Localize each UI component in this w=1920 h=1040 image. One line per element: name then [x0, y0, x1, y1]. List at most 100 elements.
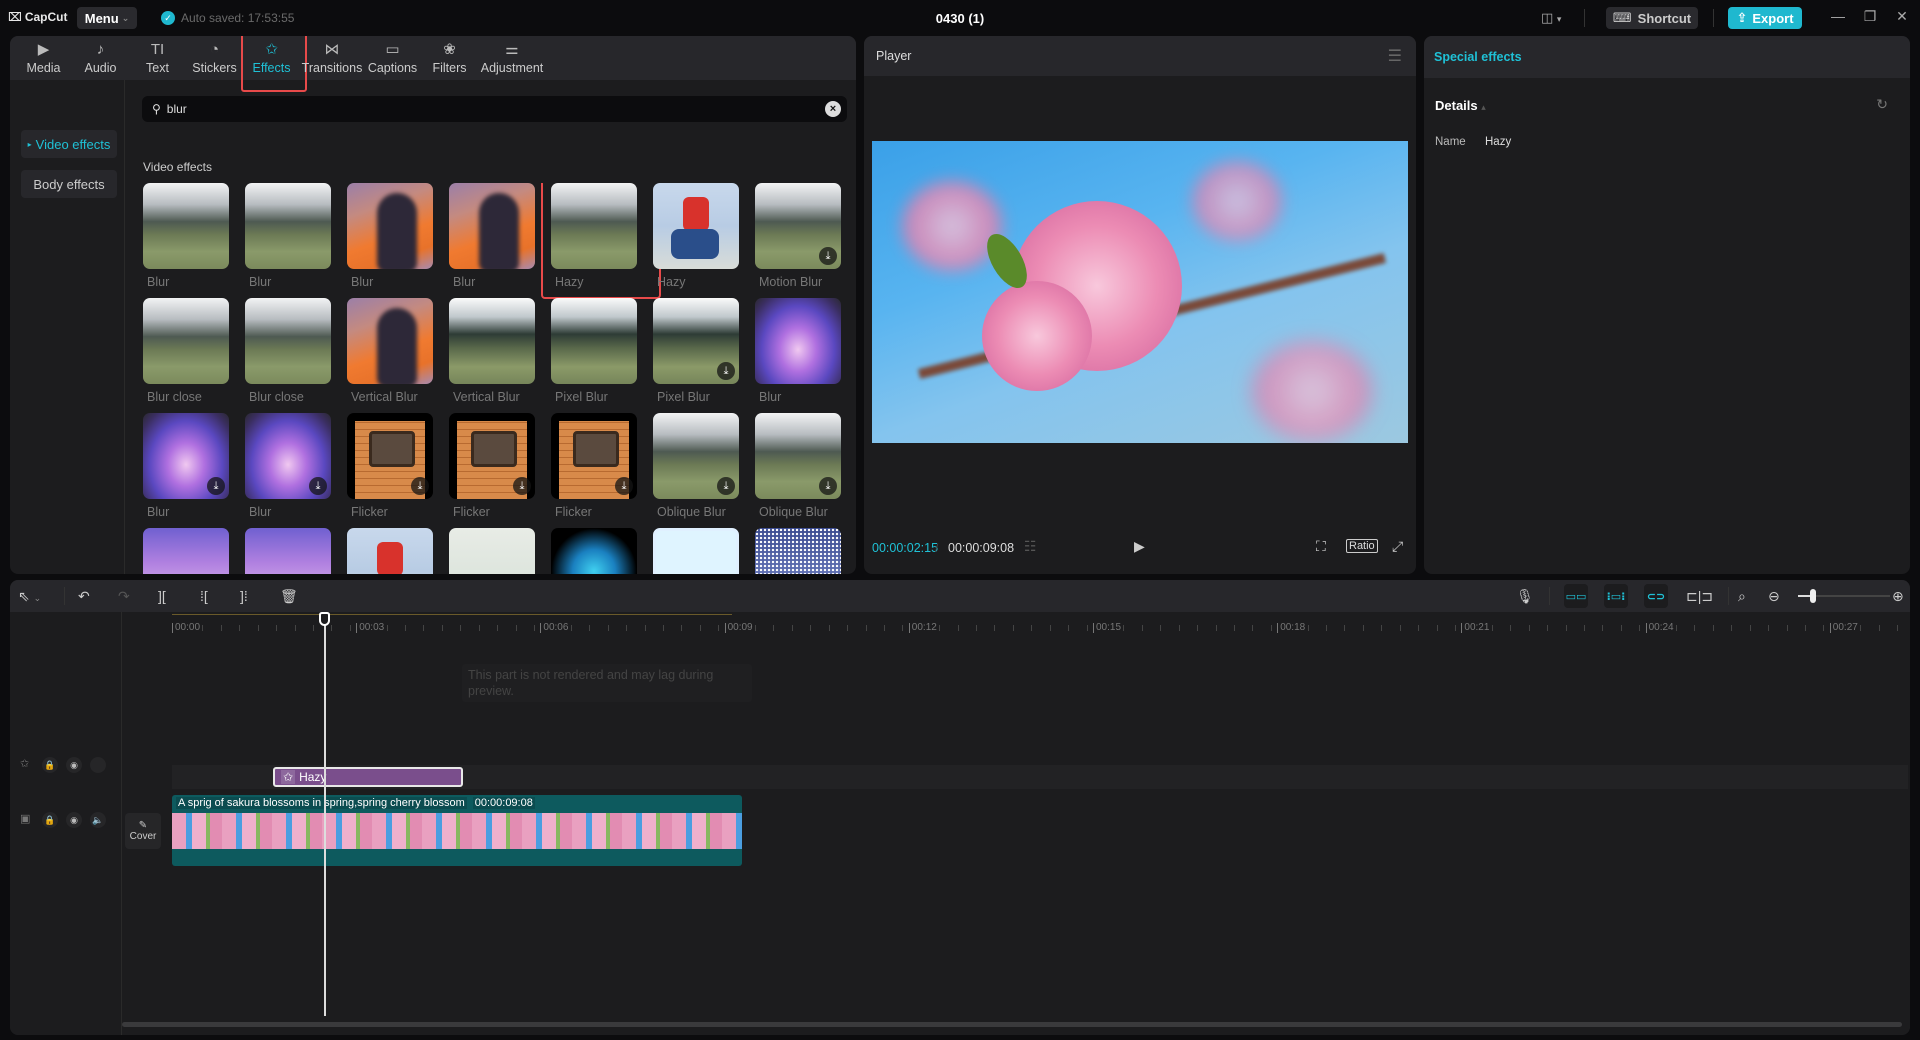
effect-thumbnail[interactable]: [449, 528, 535, 574]
download-icon[interactable]: ⤓: [819, 247, 837, 265]
effect-thumbnail[interactable]: [245, 298, 331, 384]
tab-adjustment[interactable]: ⚌ Adjustment: [478, 36, 546, 80]
effect-thumbnail[interactable]: ⤓: [653, 413, 739, 499]
ratio-button[interactable]: Ratio: [1346, 539, 1378, 553]
minimize-button[interactable]: —: [1828, 8, 1848, 24]
fullscreen-icon[interactable]: ⤢: [1392, 538, 1403, 555]
effect-card[interactable]: ⤓ Blur: [143, 413, 229, 519]
effect-card[interactable]: ⤓ Flicker: [449, 413, 535, 519]
effect-thumbnail[interactable]: [551, 183, 637, 269]
auto-snap-toggle[interactable]: ▭▭: [1564, 584, 1588, 608]
effect-thumbnail[interactable]: [755, 298, 841, 384]
split-icon[interactable]: ][: [158, 587, 166, 605]
effect-thumbnail[interactable]: ⤓: [143, 413, 229, 499]
export-button[interactable]: ⇪ Export: [1728, 7, 1802, 29]
effect-card[interactable]: ⤓ Oblique Blur: [653, 413, 739, 519]
tab-filters[interactable]: ❀ Filters: [421, 36, 478, 80]
effect-card[interactable]: Blur: [245, 183, 331, 289]
search-input[interactable]: blur: [167, 102, 187, 116]
time-ruler[interactable]: 00:00 00:03 00:06 00:09 00:12 00:15 00:18 00:21…: [10, 612, 1910, 636]
effect-thumbnail[interactable]: [143, 183, 229, 269]
delete-right-icon[interactable]: ]⁞: [240, 587, 248, 605]
effect-thumbnail[interactable]: [143, 298, 229, 384]
magnet-toggle[interactable]: ⁝▭⁝: [1604, 584, 1628, 608]
effect-thumbnail[interactable]: [653, 183, 739, 269]
tab-captions[interactable]: ▭ Captions: [364, 36, 421, 80]
effect-thumbnail[interactable]: [347, 298, 433, 384]
effect-thumbnail[interactable]: [245, 183, 331, 269]
effect-card[interactable]: Hazy: [541, 183, 661, 299]
playhead[interactable]: [324, 614, 326, 1016]
effect-card[interactable]: Blur: [449, 183, 535, 289]
effect-card[interactable]: Vertical Blur: [449, 298, 535, 404]
effect-thumbnail[interactable]: ⤓: [449, 413, 535, 499]
effect-card[interactable]: ⤓ Flicker: [551, 413, 637, 519]
undo-icon[interactable]: ↶: [78, 587, 90, 605]
effect-card[interactable]: Pixel Blur: [551, 298, 637, 404]
download-icon[interactable]: ⤓: [309, 477, 327, 495]
effect-clip-hazy[interactable]: ✩ Hazy: [273, 767, 463, 787]
tab-text[interactable]: TI Text: [129, 36, 186, 80]
effect-thumbnail[interactable]: [551, 528, 637, 574]
properties-tab-special-effects[interactable]: Special effects: [1434, 50, 1522, 64]
effect-card[interactable]: [143, 528, 229, 574]
effect-card[interactable]: Hazy: [653, 183, 739, 289]
effect-card[interactable]: Blur close: [245, 298, 331, 404]
effect-thumbnail[interactable]: ⤓: [755, 183, 841, 269]
effect-card[interactable]: [449, 528, 535, 574]
effect-card[interactable]: Blur: [347, 183, 433, 289]
zoom-out-icon[interactable]: ⊖: [1768, 587, 1780, 605]
play-button[interactable]: ▶: [1134, 538, 1145, 555]
restore-button[interactable]: ❐: [1860, 8, 1880, 25]
download-icon[interactable]: ⤓: [615, 477, 633, 495]
audio-icon[interactable]: 🔈: [90, 812, 106, 828]
playhead-handle[interactable]: [319, 612, 330, 626]
zoom-in-icon[interactable]: ⊕: [1892, 587, 1904, 605]
menu-button[interactable]: Menu ⌄: [77, 7, 137, 29]
details-toggle[interactable]: Details ▴: [1435, 98, 1486, 113]
delete-left-icon[interactable]: ⁞[: [200, 587, 208, 605]
eye-icon[interactable]: ◉: [66, 757, 82, 773]
effect-thumbnail[interactable]: ⤓: [347, 413, 433, 499]
effect-thumbnail[interactable]: [347, 528, 433, 574]
effect-thumbnail[interactable]: [245, 528, 331, 574]
effect-card[interactable]: ⤓ Oblique Blur: [755, 413, 841, 519]
effect-card[interactable]: [755, 528, 841, 574]
side-item-video-effects[interactable]: ▸ Video effects: [21, 130, 117, 158]
zoom-to-fit-icon[interactable]: ⌕: [1738, 587, 1746, 605]
download-icon[interactable]: ⤓: [819, 477, 837, 495]
menu-icon[interactable]: ☰: [1388, 46, 1402, 66]
timeline-scrollbar[interactable]: [122, 1022, 1902, 1027]
effect-card[interactable]: ⤓ Flicker: [347, 413, 433, 519]
effect-thumbnail[interactable]: ⤓: [755, 413, 841, 499]
layout-button[interactable]: ◫ ▾: [1541, 10, 1561, 26]
effect-card[interactable]: ⤓ Motion Blur: [755, 183, 841, 289]
microphone-icon[interactable]: 🎙: [1516, 587, 1534, 605]
download-icon[interactable]: ⤓: [717, 362, 735, 380]
effect-card[interactable]: [245, 528, 331, 574]
effect-card[interactable]: [653, 528, 739, 574]
effect-card[interactable]: Vertical Blur: [347, 298, 433, 404]
effect-thumbnail[interactable]: [551, 298, 637, 384]
split-preview-icon[interactable]: ⊏|⊐: [1686, 587, 1713, 605]
effect-card[interactable]: Blur close: [143, 298, 229, 404]
tab-media[interactable]: ▶ Media: [15, 36, 72, 80]
effect-card[interactable]: Blur: [755, 298, 841, 404]
effect-thumbnail[interactable]: [449, 183, 535, 269]
download-icon[interactable]: ⤓: [513, 477, 531, 495]
video-preview[interactable]: [872, 141, 1408, 443]
effect-card[interactable]: [347, 528, 433, 574]
clear-search-button[interactable]: ×: [825, 101, 841, 117]
tab-audio[interactable]: ♪ Audio: [72, 36, 129, 80]
effect-thumbnail[interactable]: ⤓: [551, 413, 637, 499]
delete-icon[interactable]: 🗑: [280, 587, 298, 605]
effect-card[interactable]: [551, 528, 637, 574]
reset-icon[interactable]: ↻: [1876, 96, 1888, 113]
close-button[interactable]: ✕: [1892, 8, 1912, 25]
lock-icon[interactable]: 🔒: [42, 757, 58, 773]
zoom-slider-handle[interactable]: [1810, 589, 1816, 603]
tab-transitions[interactable]: ⋈ Transitions: [300, 36, 364, 80]
effect-card[interactable]: ⤓ Blur: [245, 413, 331, 519]
effect-thumbnail[interactable]: ⤓: [653, 298, 739, 384]
download-icon[interactable]: ⤓: [717, 477, 735, 495]
